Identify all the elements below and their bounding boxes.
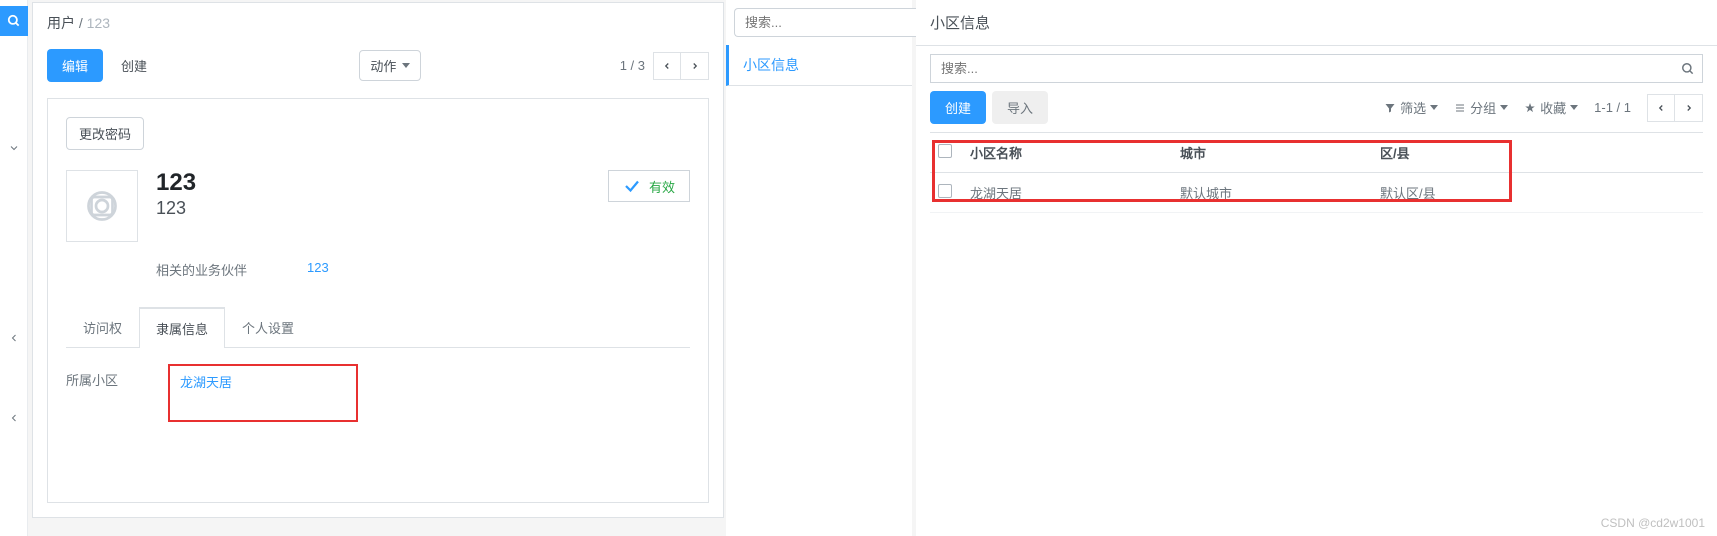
pager-prev-button[interactable] [653, 52, 681, 80]
status-badge[interactable]: 有效 [608, 170, 690, 202]
side-search-input[interactable] [734, 8, 931, 37]
edit-button[interactable]: 编辑 [47, 49, 103, 82]
list-panel: 小区信息 创建 导入 筛选 分组 [916, 0, 1717, 536]
chevron-left-icon[interactable] [0, 400, 28, 436]
list-pager-next[interactable] [1675, 94, 1703, 122]
create-button[interactable]: 创建 [107, 50, 161, 81]
chevron-down-icon[interactable] [0, 130, 28, 166]
highlight-box: 龙湖天居 [168, 364, 358, 422]
check-icon [623, 177, 641, 195]
filter-icon [1384, 102, 1396, 114]
pager-next-button[interactable] [681, 52, 709, 80]
list-search-input[interactable] [931, 55, 1674, 82]
row-checkbox[interactable] [938, 184, 952, 198]
tab-access[interactable]: 访问权 [66, 307, 139, 348]
list-pager-prev[interactable] [1647, 94, 1675, 122]
tab-belong[interactable]: 隶属信息 [139, 307, 225, 348]
list-title: 小区信息 [916, 0, 1717, 46]
pager: 1 / 3 [620, 52, 709, 80]
caret-down-icon [1570, 105, 1578, 110]
column-city[interactable]: 城市 [1180, 143, 1380, 162]
user-name: 123 [156, 170, 196, 196]
sidebar-item-community[interactable]: 小区信息 [726, 45, 912, 86]
user-login: 123 [156, 198, 196, 219]
cell-district: 默认区/县 [1380, 183, 1695, 202]
community-field-label: 所属小区 [66, 364, 118, 389]
side-panel: 小区信息 [726, 0, 912, 536]
user-form-panel: 用户 / 123 编辑 创建 动作 1 / 3 更改密码 [32, 2, 724, 518]
action-dropdown[interactable]: 动作 [359, 50, 421, 81]
breadcrumb-current: 123 [87, 15, 110, 31]
group-dropdown[interactable]: 分组 [1454, 98, 1508, 117]
list-import-button[interactable]: 导入 [992, 91, 1048, 124]
tab-preferences[interactable]: 个人设置 [225, 307, 311, 348]
caret-down-icon [1430, 105, 1438, 110]
table-header: 小区名称 城市 区/县 [930, 133, 1703, 173]
cell-city: 默认城市 [1180, 183, 1380, 202]
column-district[interactable]: 区/县 [1380, 143, 1695, 162]
caret-down-icon [1500, 105, 1508, 110]
list-pager: 1-1 / 1 [1594, 100, 1631, 115]
cell-name: 龙湖天居 [970, 183, 1180, 202]
related-partner-label: 相关的业务伙伴 [156, 260, 247, 279]
nav-strip [0, 0, 28, 536]
list-icon [1454, 102, 1466, 114]
filter-dropdown[interactable]: 筛选 [1384, 98, 1438, 117]
related-partner-link[interactable]: 123 [307, 260, 329, 279]
search-icon[interactable] [0, 6, 28, 36]
community-link[interactable]: 龙湖天居 [180, 375, 232, 390]
select-all-checkbox[interactable] [938, 144, 952, 158]
list-create-button[interactable]: 创建 [930, 91, 986, 124]
breadcrumb: 用户 / 123 [33, 3, 723, 43]
table-row[interactable]: 龙湖天居 默认城市 默认区/县 [930, 173, 1703, 213]
star-icon [1524, 102, 1536, 114]
caret-down-icon [402, 63, 410, 68]
change-password-button[interactable]: 更改密码 [66, 117, 144, 150]
chevron-left-icon[interactable] [0, 320, 28, 356]
favorite-dropdown[interactable]: 收藏 [1524, 98, 1578, 117]
avatar-placeholder[interactable] [66, 170, 138, 242]
breadcrumb-module[interactable]: 用户 [47, 15, 75, 31]
watermark: CSDN @cd2w1001 [1601, 516, 1705, 530]
column-name[interactable]: 小区名称 [970, 143, 1180, 162]
search-icon[interactable] [1674, 62, 1702, 76]
